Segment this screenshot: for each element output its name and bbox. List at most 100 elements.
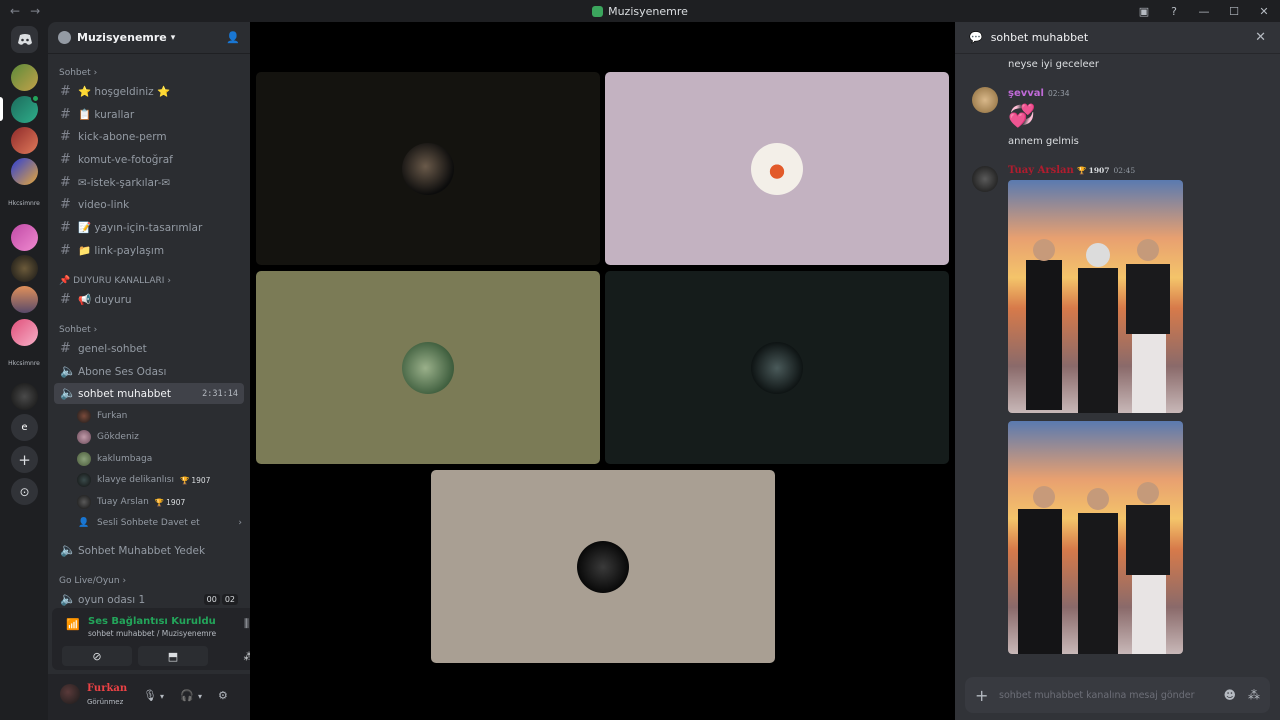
back-arrow-icon[interactable]: ← [10, 4, 20, 18]
voice-user[interactable]: Tuay Arslan 🏆 1907 [77, 492, 185, 512]
help-icon[interactable]: ? [1166, 5, 1182, 18]
close-icon[interactable]: ✕ [1255, 30, 1266, 45]
participant-avatar [751, 341, 803, 394]
server-rail: Hkcsimnre Hkcsimnre e + ⊙ [0, 22, 48, 720]
hash-icon: # [60, 341, 71, 356]
role-tag: 🏆 1907 [1077, 166, 1110, 175]
user-count: 00 02 [203, 594, 238, 605]
message-input[interactable]: sohbet muhabbet kanalına mesaj gönder [999, 690, 1211, 701]
voice-channel-item-active[interactable]: 🔈 sohbet muhabbet 2:31:14 [54, 383, 244, 404]
channel-item[interactable]: # 📢 duyuru [54, 289, 244, 310]
server-avatar[interactable] [11, 286, 38, 313]
category-header[interactable]: Sohbet › [59, 325, 97, 335]
camera-off-icon: ⊘ [92, 649, 102, 663]
chevron-right-icon: › [238, 518, 242, 528]
voice-user[interactable]: kaklumbaga [77, 449, 152, 469]
voice-channel-item[interactable]: 🔈 Abone Ses Odası [54, 361, 244, 382]
headphones-icon[interactable]: 🎧 [180, 689, 194, 702]
voice-user[interactable]: klavye delikanlısı 🏆 1907 [77, 470, 210, 490]
server-avatar[interactable] [11, 255, 38, 282]
channel-item[interactable]: # ⭐ hoşgeldiniz ⭐ [54, 81, 244, 102]
add-server-icon[interactable]: + [11, 446, 38, 473]
chevron-down-icon[interactable]: ▾ [160, 692, 164, 701]
channel-item[interactable]: # genel-sohbet [54, 338, 244, 359]
chevron-down-icon: ▾ [170, 32, 176, 43]
settings-gear-icon[interactable]: ⚙ [218, 689, 228, 702]
avatar[interactable] [972, 166, 998, 192]
channel-item[interactable]: # video-link [54, 194, 244, 215]
attached-photo[interactable] [1008, 421, 1183, 654]
invite-user-icon: 👤 [78, 518, 90, 528]
avatar [77, 452, 91, 466]
screen-share-button[interactable]: ⬒ [138, 646, 208, 666]
channel-sidebar: Muzisyenemre ▾ 👤 Sohbet › # ⭐ hoşgeldiniz… [48, 22, 289, 720]
participant-tile[interactable] [605, 72, 949, 265]
chat-panel: 💬 sohbet muhabbet ✕ neyse iyi geceleer ş… [955, 22, 1280, 720]
hash-icon: # [60, 243, 71, 258]
heart-emoji: 💞 [1008, 104, 1036, 129]
hash-icon: # [60, 175, 71, 190]
maximize-icon[interactable]: ☐ [1226, 5, 1242, 18]
category-header[interactable]: Sohbet › [59, 68, 97, 78]
category-header[interactable]: 📌 DUYURU KANALLARI › [59, 276, 171, 286]
message-text: neyse iyi geceleer [1008, 59, 1099, 70]
minimize-icon[interactable]: — [1196, 5, 1212, 18]
add-attachment-icon[interactable]: + [975, 686, 999, 705]
camera-off-button[interactable]: ⊘ [62, 646, 132, 666]
participant-tile[interactable] [431, 470, 775, 663]
discord-icon[interactable] [11, 26, 38, 53]
server-avatar[interactable] [11, 319, 38, 346]
notification-badge [31, 94, 40, 103]
avatar[interactable] [60, 684, 80, 704]
server-avatar[interactable] [11, 158, 38, 185]
explore-compass-icon[interactable]: ⊙ [11, 478, 38, 505]
apps-icon[interactable]: ⁂ [1248, 688, 1260, 702]
server-avatar[interactable] [11, 64, 38, 91]
selected-indicator [0, 97, 3, 121]
hash-icon: # [60, 292, 71, 307]
attached-photo[interactable] [1008, 180, 1183, 413]
message-author[interactable]: şevval 02:34 [1008, 88, 1070, 99]
participant-tile[interactable] [256, 72, 600, 265]
voice-channel-item[interactable]: 🔈 Sohbet Muhabbet Yedek [54, 540, 244, 561]
server-avatar[interactable] [11, 224, 38, 251]
server-avatar[interactable]: e [11, 414, 38, 441]
chat-header: 💬 sohbet muhabbet ✕ [955, 22, 1280, 54]
noise-suppression-icon[interactable]: ⫼ [244, 617, 249, 631]
avatar[interactable] [972, 87, 998, 113]
message-input-box[interactable]: + sohbet muhabbet kanalına mesaj gönder … [965, 677, 1270, 713]
chevron-down-icon[interactable]: ▾ [198, 692, 202, 701]
signal-icon: 📶 [66, 618, 80, 631]
message-text: annem gelmis [1008, 136, 1079, 147]
channel-item[interactable]: # komut-ve-fotoğraf [54, 149, 244, 170]
channel-item[interactable]: # 📝 yayın-için-tasarımlar [54, 217, 244, 238]
close-window-icon[interactable]: ✕ [1256, 5, 1272, 18]
voice-channel-item[interactable]: 🔈 oyun odası 1 00 02 [54, 589, 244, 610]
category-header[interactable]: Go Live/Oyun › [59, 576, 126, 586]
participant-tile[interactable] [605, 271, 949, 464]
speaker-icon: 🔈 [60, 543, 77, 558]
channel-item[interactable]: # 📋 kurallar [54, 104, 244, 125]
server-avatar[interactable] [11, 383, 38, 410]
microphone-icon[interactable]: 🎙 [143, 689, 157, 702]
inbox-icon[interactable]: ▣ [1136, 5, 1152, 18]
server-header[interactable]: Muzisyenemre ▾ 👤 [48, 22, 250, 54]
forward-arrow-icon[interactable]: → [30, 4, 40, 18]
server-avatar[interactable] [11, 127, 38, 154]
participant-avatar [577, 540, 629, 593]
server-icon [58, 31, 71, 44]
channel-item[interactable]: # kick-abone-perm [54, 126, 244, 147]
voice-user[interactable]: Furkan [77, 406, 127, 426]
role-tag: 🏆 1907 [180, 475, 211, 485]
participant-tile[interactable] [256, 271, 600, 464]
invite-user-icon[interactable]: 👤 [226, 31, 240, 44]
channel-item[interactable]: # ✉-istek-şarkılar-✉ [54, 172, 244, 193]
message-author[interactable]: Tuay Arslan 🏆 1907 02:45 [1008, 165, 1135, 176]
speaker-icon: 🔈 [60, 592, 77, 607]
avatar [77, 495, 91, 509]
voice-user[interactable]: Gökdeniz [77, 427, 139, 447]
invite-to-voice[interactable]: 👤 Sesli Sohbete Davet et › [77, 513, 242, 533]
avatar [77, 409, 91, 423]
emoji-icon[interactable]: ☻ [1223, 688, 1236, 702]
channel-item[interactable]: # 📁 link-paylaşım [54, 240, 244, 261]
